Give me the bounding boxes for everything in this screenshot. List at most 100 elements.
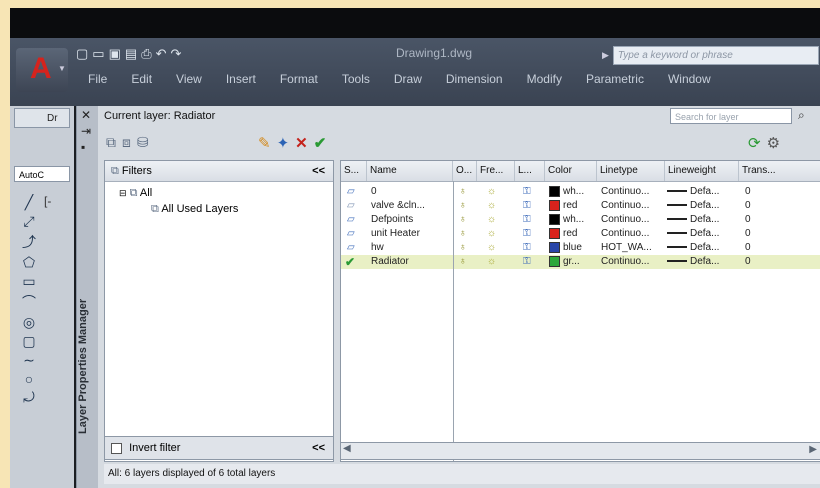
lightbulb-icon[interactable]: ♁ xyxy=(459,255,467,269)
ellipse-icon[interactable]: ○ xyxy=(18,371,40,387)
tree-node-all-used-layers[interactable]: ⧉ All Used Layers xyxy=(105,201,333,217)
lightbulb-icon[interactable]: ♁ xyxy=(459,185,467,199)
undo-icon[interactable]: ↶ xyxy=(156,46,167,62)
line-icon[interactable]: ╱ xyxy=(18,194,40,211)
sun-icon[interactable]: ☼ xyxy=(487,185,496,199)
refresh-icon[interactable]: ⟳ xyxy=(748,134,761,152)
layer-color[interactable]: red xyxy=(549,227,577,241)
column-color[interactable]: Color xyxy=(545,161,597,181)
layer-lineweight[interactable]: Defa... xyxy=(667,227,719,241)
layer-name[interactable]: valve &cln... xyxy=(371,199,425,213)
invert-filter-checkbox[interactable] xyxy=(111,442,122,454)
layer-states-manager-icon[interactable]: ⛁ xyxy=(137,134,149,151)
layer-color[interactable]: gr... xyxy=(549,255,580,269)
construction-line-icon[interactable]: ⤢ xyxy=(18,213,40,230)
lightbulb-icon[interactable]: ♁ xyxy=(459,241,467,255)
unlock-icon[interactable]: ⚿ xyxy=(523,213,531,227)
layer-lineweight[interactable]: Defa... xyxy=(667,213,719,227)
unlock-icon[interactable]: ⚿ xyxy=(523,185,531,199)
new-group-filter-icon[interactable]: ⧈ xyxy=(122,134,131,151)
expand-toggle-icon[interactable]: ⊟ xyxy=(119,188,127,198)
settings-icon[interactable]: ⚙ xyxy=(767,134,780,152)
column-on[interactable]: O... xyxy=(453,161,477,181)
menu-dimension[interactable]: Dimension xyxy=(434,72,515,86)
unlock-icon[interactable]: ⚿ xyxy=(523,255,531,269)
menu-edit[interactable]: Edit xyxy=(119,72,164,86)
layer-transparency[interactable]: 0 xyxy=(745,255,751,269)
new-file-icon[interactable]: ▢ xyxy=(76,46,88,62)
layer-row[interactable]: ▱ hw ♁ ☼ ⚿ blue HOT_WA... Defa... 0 xyxy=(341,241,820,255)
layer-name[interactable]: Defpoints xyxy=(371,213,413,227)
layer-name[interactable]: unit Heater xyxy=(371,227,420,241)
layer-color[interactable]: blue xyxy=(549,241,582,255)
unlock-icon[interactable]: ⚿ xyxy=(523,199,531,213)
menu-format[interactable]: Format xyxy=(268,72,330,86)
revcloud-icon[interactable]: ▢ xyxy=(18,333,40,350)
menu-draw[interactable]: Draw xyxy=(382,72,434,86)
search-icon[interactable]: ⌕ xyxy=(798,108,805,123)
sun-icon[interactable]: ☼ xyxy=(487,255,496,269)
layer-color[interactable]: wh... xyxy=(549,213,584,227)
menu-modify[interactable]: Modify xyxy=(515,72,574,86)
menu-file[interactable]: File xyxy=(76,72,119,86)
menu-parametric[interactable]: Parametric xyxy=(574,72,656,86)
scroll-right-icon[interactable]: ▶ xyxy=(809,444,817,455)
open-folder-icon[interactable]: ▭ xyxy=(92,46,104,62)
sun-icon[interactable]: ☼ xyxy=(487,227,496,241)
palette-title-strip[interactable]: ✕ ⇥ ▪ Layer Properties Manager xyxy=(76,106,99,488)
redo-icon[interactable]: ↷ xyxy=(171,46,182,62)
application-menu-button[interactable]: A ▼ xyxy=(16,48,68,92)
command-field[interactable]: AutoC xyxy=(14,166,70,182)
layer-row-current[interactable]: ✔ Radiator ♁ ☼ ⚿ gr... Continuo... Defa.… xyxy=(341,255,820,269)
column-name[interactable]: Name xyxy=(367,161,453,181)
layer-linetype[interactable]: Continuo... xyxy=(601,227,649,241)
layer-name[interactable]: Radiator xyxy=(371,255,409,269)
close-icon[interactable]: ✕ xyxy=(81,108,91,122)
layer-color[interactable]: wh... xyxy=(549,185,584,199)
sun-icon[interactable]: ☼ xyxy=(487,241,496,255)
layer-row[interactable]: ▱ unit Heater ♁ ☼ ⚿ red Continuo... Defa… xyxy=(341,227,820,241)
layer-color[interactable]: red xyxy=(549,199,577,213)
layer-transparency[interactable]: 0 xyxy=(745,199,751,213)
save-as-icon[interactable]: ▤ xyxy=(125,46,137,62)
delete-layer-icon[interactable]: ✕ xyxy=(295,134,308,152)
layer-linetype[interactable]: Continuo... xyxy=(601,213,649,227)
lightbulb-icon[interactable]: ♁ xyxy=(459,227,467,241)
unlock-icon[interactable]: ⚿ xyxy=(523,227,531,241)
layer-lineweight[interactable]: Defa... xyxy=(667,241,719,255)
column-linetype[interactable]: Linetype xyxy=(597,161,665,181)
new-property-filter-icon[interactable]: ⧉ xyxy=(106,134,116,151)
column-freeze[interactable]: Fre... xyxy=(477,161,515,181)
unlock-icon[interactable]: ⚿ xyxy=(523,241,531,255)
layer-row[interactable]: ▱ valve &cln... ♁ ☼ ⚿ red Continuo... De… xyxy=(341,199,820,213)
drawing-tab[interactable]: Dr xyxy=(14,108,70,128)
search-expand-icon[interactable]: ▶ xyxy=(602,50,609,61)
scroll-left-icon[interactable]: ◀ xyxy=(343,443,351,454)
layer-lineweight[interactable]: Defa... xyxy=(667,185,719,199)
circle-icon[interactable]: ◎ xyxy=(18,314,40,331)
set-current-icon[interactable]: ✔ xyxy=(314,134,327,152)
layer-row[interactable]: ▱ Defpoints ♁ ☼ ⚿ wh... Continuo... Defa… xyxy=(341,213,820,227)
layer-name[interactable]: 0 xyxy=(371,185,377,199)
spline-icon[interactable]: ∼ xyxy=(18,352,40,369)
layer-linetype[interactable]: HOT_WA... xyxy=(601,241,652,255)
column-transparency[interactable]: Trans... xyxy=(739,161,820,181)
lightbulb-icon[interactable]: ♁ xyxy=(459,213,467,227)
layer-transparency[interactable]: 0 xyxy=(745,213,751,227)
polyline-icon[interactable]: ⤴ xyxy=(18,232,40,252)
horizontal-scrollbar[interactable]: ◀ ▶ xyxy=(340,442,820,460)
polygon-icon[interactable]: ⬠ xyxy=(18,254,40,271)
menu-tools[interactable]: Tools xyxy=(330,72,382,86)
layer-name[interactable]: hw xyxy=(371,241,384,255)
column-lock[interactable]: L... xyxy=(515,161,545,181)
new-layer-frozen-icon[interactable]: ✦ xyxy=(277,134,290,152)
rectangle-icon[interactable]: ▭ xyxy=(18,273,40,290)
layer-linetype[interactable]: Continuo... xyxy=(601,255,649,269)
layer-search-input[interactable]: Search for layer xyxy=(670,108,792,124)
auto-hide-icon[interactable]: ⇥ xyxy=(81,124,91,138)
ellipse-arc-icon[interactable]: ⤾ xyxy=(18,389,40,406)
layer-lineweight[interactable]: Defa... xyxy=(667,199,719,213)
arc-icon[interactable]: ⌒ xyxy=(18,292,40,312)
menu-window[interactable]: Window xyxy=(656,72,723,86)
save-icon[interactable]: ▣ xyxy=(109,46,121,62)
